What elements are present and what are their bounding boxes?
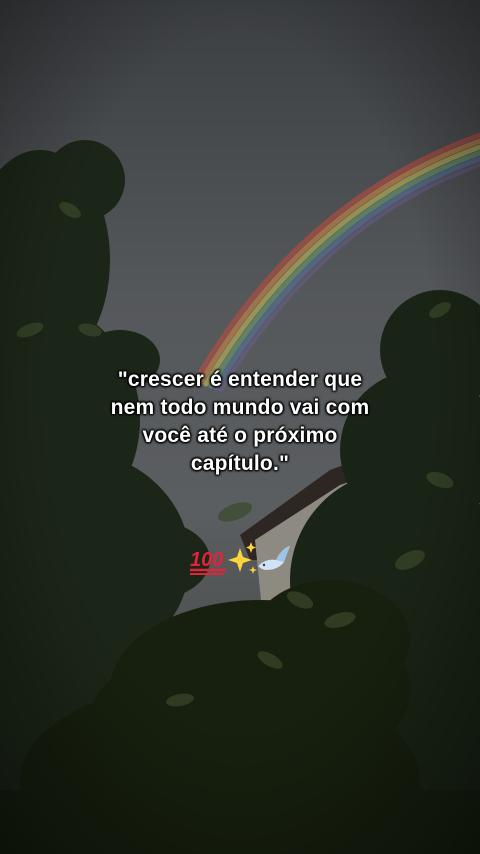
emoji-row: 100: [190, 542, 290, 575]
quote-caption: "crescer é entender que nem todo mundo v…: [60, 366, 420, 478]
sparkles-icon: [228, 542, 257, 574]
quote-line-4: capítulo.": [190, 452, 290, 475]
quote-line-1: "crescer é entender que: [117, 368, 363, 391]
quote-line-3: você até o próximo: [142, 424, 338, 447]
quote-line-2: nem todo mundo vai com: [110, 396, 370, 419]
hundred-points-icon: 100: [190, 549, 226, 575]
photo-frame: "crescer é entender que nem todo mundo v…: [0, 0, 480, 854]
dove-icon: [258, 546, 290, 570]
svg-text:100: 100: [190, 549, 223, 571]
